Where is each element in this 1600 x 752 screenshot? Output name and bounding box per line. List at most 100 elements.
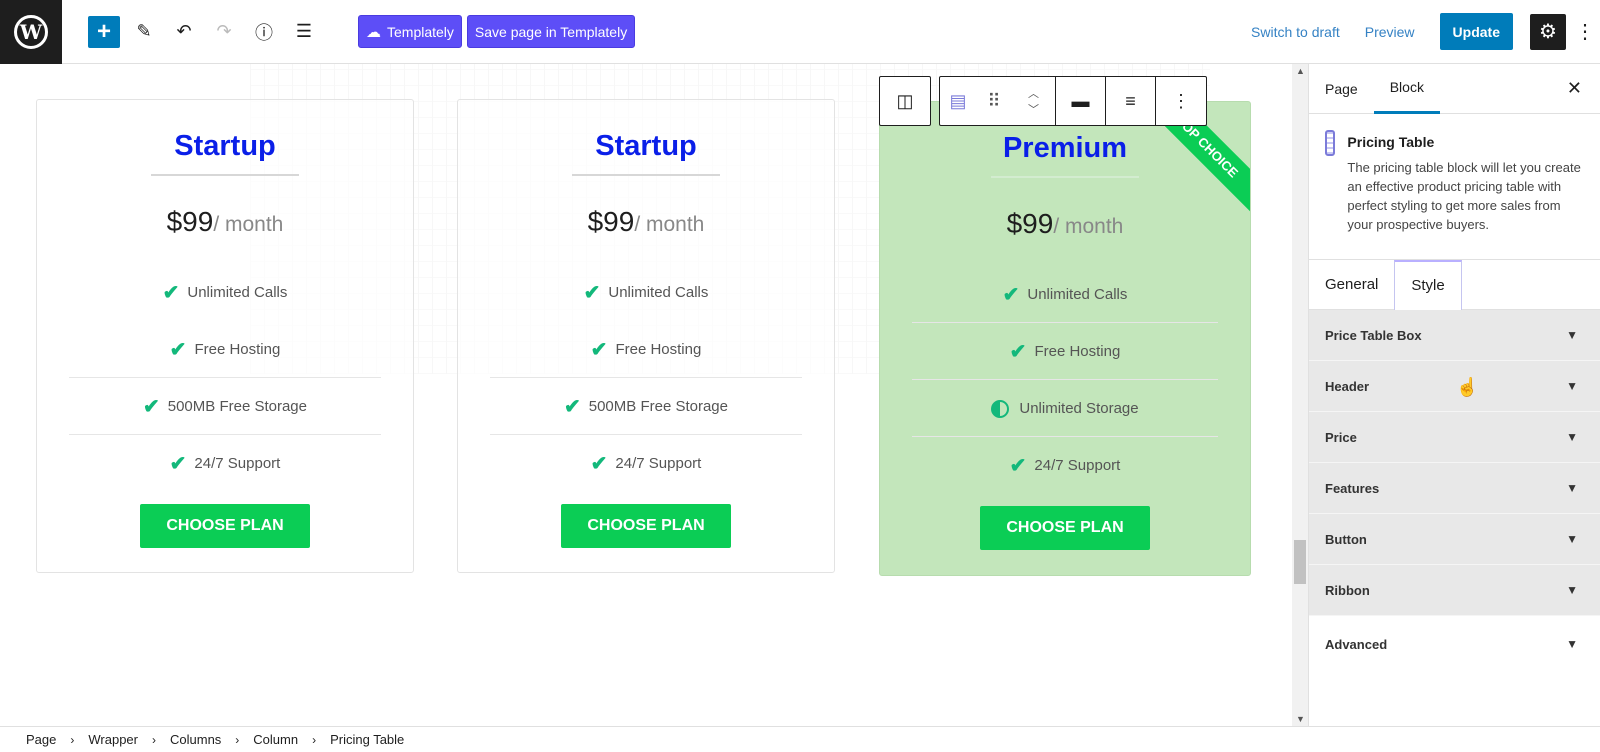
options-menu-button[interactable]: ⋮ (1570, 19, 1600, 44)
breadcrumb: Page › Wrapper › Columns › Column › Pricing … (0, 726, 1600, 752)
feature-item[interactable]: Unlimited Storage (880, 380, 1250, 437)
feature-item[interactable]: ✔ Free Hosting (880, 323, 1250, 380)
breadcrumb-item[interactable]: Pricing Table (330, 732, 404, 747)
price-amount: $99 (587, 206, 635, 237)
tab-page[interactable]: Page (1309, 64, 1374, 114)
breadcrumb-item[interactable]: Column (253, 732, 298, 747)
chevron-down-icon: ▼ (1566, 637, 1578, 651)
edit-tools-button[interactable]: ✎ (128, 16, 160, 48)
feature-text: 24/7 Support (194, 455, 281, 472)
panel-header[interactable]: Header ▼ (1309, 361, 1600, 412)
chevron-up-icon: ︿ (1028, 88, 1039, 100)
chevron-down-icon: ▼ (1566, 379, 1578, 393)
feature-item[interactable]: ✔ Free Hosting (37, 321, 413, 378)
pricing-table-icon (1325, 130, 1336, 156)
price[interactable]: $99/ month (37, 206, 413, 240)
block-type-button[interactable]: ▤ (940, 77, 976, 125)
feature-item[interactable]: ✔ 500MB Free Storage (458, 378, 834, 435)
breadcrumb-item[interactable]: Columns (170, 732, 221, 747)
card-title[interactable]: Startup (37, 130, 413, 170)
columns-icon: ◫ (896, 90, 914, 111)
scroll-up-icon[interactable]: ▲ (1296, 66, 1305, 76)
block-options-button[interactable]: ⋮ (1156, 77, 1206, 125)
redo-button[interactable]: ↷ (208, 16, 240, 48)
chevron-down-icon: ▼ (1566, 481, 1578, 495)
feature-item[interactable]: ✔ 24/7 Support (37, 435, 413, 492)
pricing-card-premium[interactable]: TOP CHOICE Premium $99/ month ✔ Unlimited… (879, 101, 1251, 576)
feature-text: 24/7 Support (615, 455, 702, 472)
close-icon[interactable]: ✕ (1567, 78, 1582, 99)
drag-handle[interactable]: ⠿ (976, 77, 1012, 125)
align-button[interactable]: ▬ (1056, 77, 1106, 125)
breadcrumb-item[interactable]: Wrapper (88, 732, 138, 747)
features-list: ✔ Unlimited Calls ✔ Free Hosting ✔ 500MB Fr… (458, 264, 834, 492)
select-parent-button[interactable]: ◫ (880, 77, 930, 125)
feature-text: Unlimited Calls (187, 284, 288, 301)
panel-ribbon[interactable]: Ribbon ▼ (1309, 565, 1600, 616)
feature-text: 500MB Free Storage (588, 398, 728, 415)
price[interactable]: $99/ month (458, 206, 834, 240)
canvas-scrollbar[interactable]: ▲ ▼ (1292, 64, 1308, 726)
choose-plan-button[interactable]: CHOOSE PLAN (561, 504, 731, 548)
chevron-right-icon: › (152, 732, 156, 747)
pencil-icon: ✎ (136, 21, 152, 41)
scrollbar-thumb[interactable] (1294, 540, 1306, 584)
title-divider (572, 174, 720, 176)
check-icon: ✔ (162, 282, 180, 304)
tab-style[interactable]: Style (1394, 259, 1462, 310)
feature-item[interactable]: ✔ Unlimited Calls (458, 264, 834, 321)
feature-text: Unlimited Storage (1019, 400, 1139, 417)
check-icon: ✔ (1009, 341, 1027, 363)
breadcrumb-item[interactable]: Page (26, 732, 56, 747)
wordpress-logo[interactable]: W (0, 0, 62, 64)
card-title[interactable]: Startup (458, 130, 834, 170)
panel-price-table-box[interactable]: Price Table Box ▼ (1309, 310, 1600, 361)
update-button[interactable]: Update (1439, 13, 1513, 50)
panel-button[interactable]: Button ▼ (1309, 514, 1600, 565)
choose-plan-button[interactable]: CHOOSE PLAN (140, 504, 310, 548)
settings-button[interactable]: ⚙ (1530, 13, 1566, 50)
panel-advanced[interactable]: Advanced ▼ (1309, 616, 1600, 672)
feature-item[interactable]: ✔ 24/7 Support (880, 437, 1250, 494)
preview-button[interactable]: Preview (1365, 24, 1415, 40)
feature-item[interactable]: ✔ Free Hosting (458, 321, 834, 378)
panel-price[interactable]: Price ▼ (1309, 412, 1600, 463)
check-icon: ✔ (169, 339, 187, 361)
sidebar-tabs: Page Block ✕ (1309, 64, 1600, 114)
pricing-table-icon: ▤ (949, 90, 967, 111)
chevron-down-icon: ▼ (1566, 328, 1578, 342)
undo-button[interactable]: ↶ (168, 16, 200, 48)
feature-item[interactable]: ✔ 24/7 Support (458, 435, 834, 492)
check-icon: ✔ (590, 453, 608, 475)
panel-label: Price Table Box (1325, 327, 1422, 343)
panel-label: Price (1325, 429, 1357, 445)
choose-plan-button[interactable]: CHOOSE PLAN (980, 506, 1150, 550)
add-block-button[interactable]: + (88, 15, 120, 48)
tab-general[interactable]: General (1309, 260, 1394, 310)
feature-item[interactable]: ✔ 500MB Free Storage (37, 378, 413, 435)
feature-item[interactable]: ✔ Unlimited Calls (37, 264, 413, 321)
price-amount: $99 (1006, 208, 1054, 239)
panel-features[interactable]: Features ▼ (1309, 463, 1600, 514)
scroll-down-icon[interactable]: ▼ (1296, 714, 1305, 724)
panel-label: Advanced (1325, 636, 1388, 652)
details-button[interactable]: ⓘ (248, 16, 280, 48)
list-view-button[interactable]: ☰ (288, 16, 320, 48)
switch-to-draft-button[interactable]: Switch to draft (1251, 24, 1340, 40)
text-align-button[interactable]: ≡ (1106, 77, 1156, 125)
price[interactable]: $99/ month (880, 208, 1250, 242)
feature-text: Unlimited Calls (608, 284, 709, 301)
panel-label: Header (1325, 378, 1370, 394)
save-in-templately-button[interactable]: Save page in Templately (466, 15, 636, 48)
feature-text: 500MB Free Storage (167, 398, 307, 415)
move-buttons[interactable]: ︿ ﹀ (1012, 77, 1056, 125)
block-description: The pricing table block will let you cre… (1347, 160, 1581, 232)
pricing-card[interactable]: Startup $99/ month ✔ Unlimited Calls ✔ Fre… (457, 99, 835, 573)
title-divider (991, 176, 1139, 178)
feature-item[interactable]: ✔ Unlimited Calls (880, 266, 1250, 323)
check-icon: ✔ (169, 453, 187, 475)
pricing-card[interactable]: Startup $99/ month ✔ Unlimited Calls ✔ Fre… (36, 99, 414, 573)
save-in-templately-label: Save page in Templately (474, 23, 628, 40)
tab-block[interactable]: Block (1373, 64, 1440, 114)
templately-button[interactable]: ☁ Templately (358, 15, 462, 48)
